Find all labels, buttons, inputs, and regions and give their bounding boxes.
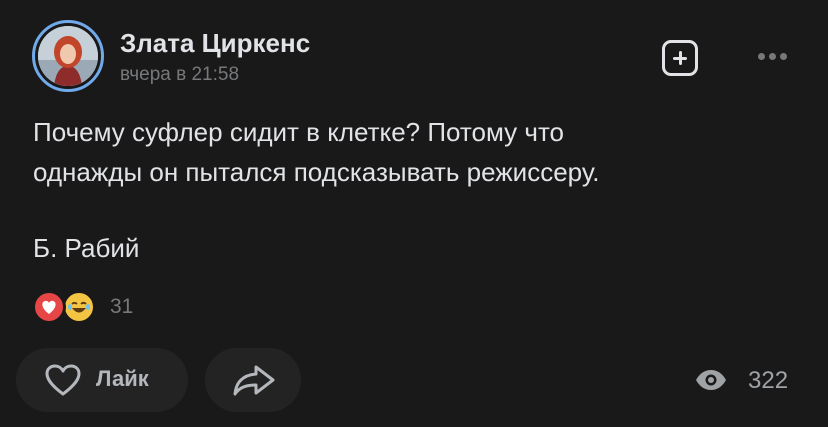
like-button[interactable]: Лайк xyxy=(16,348,188,412)
laughing-emoji-icon xyxy=(62,290,96,324)
more-button[interactable] xyxy=(754,50,790,64)
post-time[interactable]: вчера в 21:58 xyxy=(120,64,239,86)
avatar[interactable] xyxy=(32,20,104,92)
post-text-line: Почему суфлер сидит в клетке? Потому что xyxy=(33,117,565,147)
more-horizontal-icon xyxy=(758,53,765,60)
share-button[interactable] xyxy=(205,348,301,412)
post-header: Злата Циркенс вчера в 21:58 xyxy=(32,18,812,92)
add-button[interactable] xyxy=(662,40,698,76)
more-dot xyxy=(780,53,787,60)
post-text: Почему суфлер сидит в клетке? Потому что… xyxy=(33,112,793,268)
more-dot xyxy=(769,53,776,60)
post-card: Злата Циркенс вчера в 21:58 Почему суфле… xyxy=(0,0,828,427)
heart-reaction-icon xyxy=(32,290,66,324)
author-name[interactable]: Злата Циркенс xyxy=(120,28,310,59)
share-arrow-icon xyxy=(233,365,275,396)
eye-icon xyxy=(696,370,726,390)
views-count: 322 xyxy=(748,367,789,394)
post-text-line: однажды он пытался подсказывать режиссер… xyxy=(33,157,600,187)
views-counter: 322 xyxy=(694,362,814,398)
heart-outline-icon xyxy=(45,364,81,396)
like-label: Лайк xyxy=(96,366,149,391)
avatar-image xyxy=(38,26,98,86)
post-signature: Б. Рабий xyxy=(33,233,140,263)
reactions-count: 31 xyxy=(110,295,134,318)
